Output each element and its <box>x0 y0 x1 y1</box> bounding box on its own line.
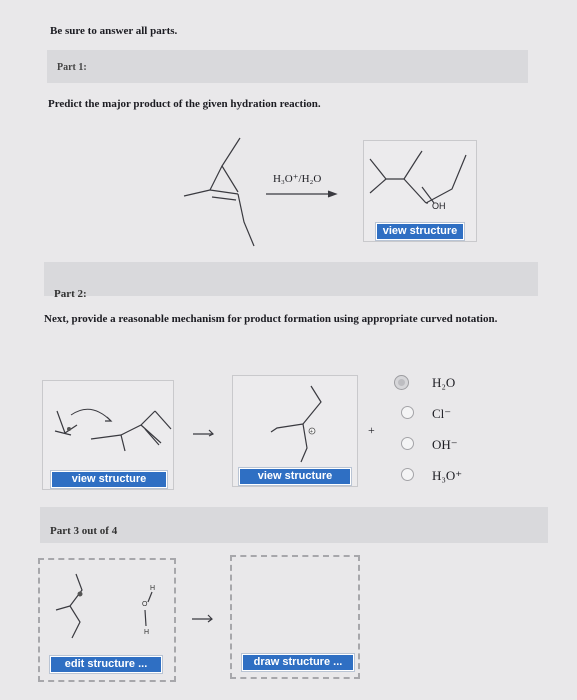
part3-label: Part 3 out of 4 <box>50 525 118 537</box>
plus-sign: + <box>368 423 375 437</box>
option-label-oh: OH⁻ <box>432 437 458 452</box>
mechanism-arrow <box>193 429 215 437</box>
draw-structure-button[interactable]: draw structure ... <box>242 654 354 671</box>
part2-label: Part 2: <box>54 288 87 300</box>
reaction-arrow <box>266 190 338 198</box>
part1-view-structure-button[interactable]: view structure <box>376 223 464 240</box>
svg-text:O: O <box>142 601 148 608</box>
part1-label: Part 1: <box>57 62 87 73</box>
part3-header-bar: Part 3 out of 4 <box>40 507 548 543</box>
option-radio-h2o[interactable] <box>395 376 408 389</box>
instructions-text: Be sure to answer all parts. <box>50 25 178 37</box>
option-radio-h3o[interactable] <box>401 468 414 481</box>
part2-header-bar: Part 2: <box>44 262 538 300</box>
part2-intermediate-panel: + view structure <box>232 375 358 487</box>
reaction-conditions: H₃O⁺/H₂O <box>273 173 322 185</box>
part3-edit-area[interactable]: H O H edit structure ... <box>38 558 176 682</box>
option-radio-cl[interactable] <box>401 406 414 419</box>
part1-prompt: Predict the major product of the given h… <box>48 98 321 110</box>
mechanism-reactant-structure <box>54 408 172 452</box>
edit-structure-button[interactable]: edit structure ... <box>50 656 162 673</box>
part3-draw-area[interactable]: draw structure ... <box>230 555 360 679</box>
part1-header-bar: Part 1: <box>47 50 528 83</box>
part3-arrow <box>192 614 213 623</box>
option-label-h2o: H₂O <box>432 375 456 390</box>
product-oh-label: OH <box>432 201 446 211</box>
part2-right-view-structure-button[interactable]: view structure <box>239 468 351 485</box>
part3-water-structure: H O H <box>142 585 155 636</box>
product-structure <box>369 150 467 204</box>
svg-text:+: + <box>310 429 313 435</box>
part1-product-panel: OH view structure <box>363 140 477 242</box>
reactant-structure <box>183 137 255 247</box>
svg-text:H: H <box>144 629 149 636</box>
svg-text:H: H <box>150 585 155 592</box>
part2-left-view-structure-button[interactable]: view structure <box>51 471 167 488</box>
part2-prompt: Next, provide a reasonable mechanism for… <box>44 313 498 325</box>
part3-carbocation-structure <box>55 573 83 639</box>
option-label-h3o: H₃O⁺ <box>432 468 463 483</box>
option-label-cl: Cl⁻ <box>432 406 452 421</box>
carbocation-structure: + <box>270 385 322 463</box>
part2-reactant-panel: view structure <box>42 380 174 490</box>
option-radio-oh[interactable] <box>401 437 414 450</box>
